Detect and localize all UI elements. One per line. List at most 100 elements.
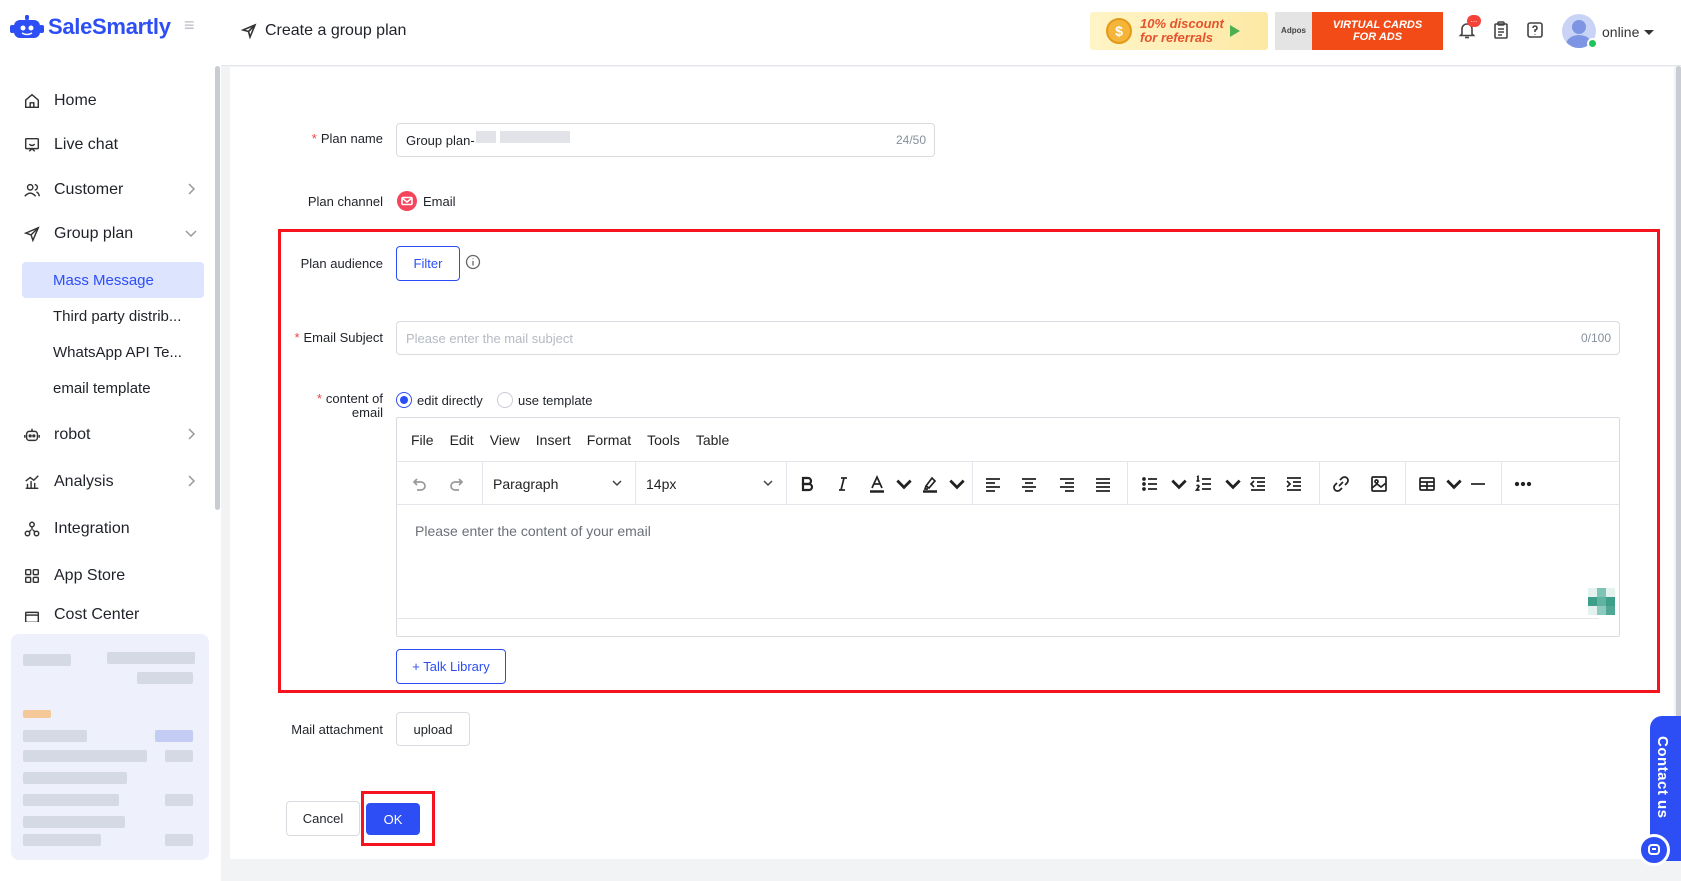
italic-icon[interactable]	[833, 462, 853, 505]
referral-banner[interactable]: $ 10% discount for referrals	[1090, 12, 1268, 50]
chat-bubble-icon[interactable]	[1638, 834, 1670, 866]
clipboard-icon[interactable]	[1491, 20, 1513, 42]
chevron-down-icon[interactable]	[1169, 462, 1189, 505]
editor-content-area[interactable]: Please enter the content of your email	[415, 523, 651, 539]
chart-icon	[22, 472, 42, 492]
radio-use-template-label: use template	[518, 392, 593, 408]
chevron-down-icon[interactable]	[894, 462, 914, 505]
outdent-icon[interactable]	[1248, 462, 1268, 505]
menu-view[interactable]: View	[490, 432, 520, 448]
align-center-icon[interactable]	[1019, 462, 1039, 505]
referral-banner-line2: for referrals	[1140, 30, 1213, 45]
content-of-email-label: * content of email	[316, 391, 383, 420]
chevron-down-icon[interactable]	[1223, 462, 1243, 505]
sidebar-item-label: Analysis	[54, 473, 114, 490]
notification-badge: ...	[1467, 15, 1481, 27]
sidebar-item-robot[interactable]: robot	[22, 418, 204, 452]
sidebar-item-customer[interactable]: Customer	[22, 173, 204, 207]
radio-use-template[interactable]: use template	[497, 392, 592, 408]
image-icon[interactable]	[1369, 462, 1389, 505]
sidebar-item-analysis[interactable]: Analysis	[22, 465, 204, 499]
home-icon	[22, 91, 42, 111]
sidebar-item-label: Customer	[54, 181, 124, 198]
table-icon[interactable]	[1417, 462, 1437, 505]
send-icon	[241, 23, 257, 39]
text-color-icon[interactable]	[867, 462, 887, 505]
link-icon[interactable]	[1331, 462, 1351, 505]
chevron-down-icon	[762, 476, 774, 492]
indent-icon[interactable]	[1284, 462, 1304, 505]
coin-icon: $	[1106, 18, 1132, 44]
bold-icon[interactable]	[797, 462, 817, 505]
menu-tools[interactable]: Tools	[647, 432, 680, 448]
sidebar-subitem-whatsapp-api[interactable]: WhatsApp API Te...	[22, 334, 204, 370]
email-subject-counter: 0/100	[1580, 331, 1611, 345]
sidebar-subitem-third-party[interactable]: Third party distrib...	[22, 298, 204, 334]
contact-us-label: Contact us	[1654, 736, 1671, 819]
sidebar-scrollbar[interactable]	[215, 66, 220, 510]
virtual-cards-line1: VIRTUAL CARDS	[1332, 19, 1423, 31]
menu-toggle-icon[interactable]: ≡	[184, 16, 202, 34]
align-left-icon[interactable]	[983, 462, 1003, 505]
sidebar-item-group-plan[interactable]: Group plan	[22, 217, 204, 251]
block-format-select[interactable]: Paragraph	[483, 462, 633, 505]
sidebar-subitem-mass-message[interactable]: Mass Message	[22, 262, 204, 298]
sidebar-item-label: Home	[54, 92, 97, 109]
menu-insert[interactable]: Insert	[536, 432, 571, 448]
menu-edit[interactable]: Edit	[450, 432, 474, 448]
editor-toolbar: Paragraph 14px	[397, 462, 1619, 505]
redo-icon[interactable]	[447, 462, 467, 505]
sidebar-item-app-store[interactable]: App Store	[22, 559, 204, 593]
menu-file[interactable]: File	[411, 432, 434, 448]
talk-library-button[interactable]: + Talk Library	[396, 649, 506, 684]
numbered-list-icon[interactable]	[1194, 462, 1214, 505]
chevron-right-icon	[184, 474, 198, 488]
align-right-icon[interactable]	[1057, 462, 1077, 505]
horizontal-rule-icon[interactable]	[1468, 462, 1488, 505]
robot-logo-icon	[10, 15, 44, 38]
sidebar-item-cost-center[interactable]: Cost Center	[22, 606, 204, 622]
plan-channel-label: Plan channel	[307, 194, 383, 209]
menu-format[interactable]: Format	[587, 432, 631, 448]
chevron-down-icon[interactable]	[1444, 462, 1464, 505]
plan-name-counter: 24/50	[895, 133, 926, 147]
chevron-down-icon[interactable]	[947, 462, 967, 505]
caret-down-icon	[1644, 29, 1655, 35]
email-subject-placeholder: Please enter the mail subject	[406, 330, 573, 346]
font-size-select[interactable]: 14px	[636, 462, 784, 505]
more-icon[interactable]	[1513, 462, 1533, 505]
email-subject-input[interactable]: Please enter the mail subject 0/100	[396, 321, 1620, 355]
brand-name: SaleSmartly	[48, 14, 171, 39]
ok-button[interactable]: OK	[366, 803, 420, 835]
align-justify-icon[interactable]	[1093, 462, 1113, 505]
translate-widget-icon[interactable]	[1588, 588, 1616, 616]
plan-name-redacted	[500, 131, 570, 143]
cancel-button[interactable]: Cancel	[286, 801, 360, 836]
undo-icon[interactable]	[409, 462, 429, 505]
chevron-down-icon	[611, 476, 623, 492]
info-icon[interactable]	[465, 254, 481, 270]
highlight-color-icon[interactable]	[920, 462, 940, 505]
top-header: Create a group plan $ 10% discount for re…	[221, 0, 1681, 66]
main-scrollbar[interactable]	[1676, 66, 1681, 726]
menu-table[interactable]: Table	[696, 432, 729, 448]
sidebar-item-integration[interactable]: Integration	[22, 512, 204, 546]
upload-button[interactable]: upload	[396, 712, 470, 746]
status-dropdown[interactable]: online	[1602, 24, 1655, 40]
account-summary-card	[11, 634, 209, 860]
sidebar-subitem-email-template[interactable]: email template	[22, 370, 204, 406]
sidebar-item-home[interactable]: Home	[22, 84, 204, 118]
chevron-right-icon	[184, 182, 198, 196]
users-icon	[22, 180, 42, 200]
filter-button[interactable]: Filter	[396, 246, 460, 281]
logo[interactable]: SaleSmartly	[10, 12, 171, 42]
chat-icon	[22, 135, 42, 155]
radio-edit-directly[interactable]: edit directly	[396, 392, 483, 408]
virtual-cards-banner[interactable]: Adpos VIRTUAL CARDS FOR ADS	[1275, 12, 1443, 50]
block-format-value: Paragraph	[493, 475, 559, 492]
sidebar-item-live-chat[interactable]: Live chat	[22, 128, 204, 162]
bullet-list-icon[interactable]	[1140, 462, 1160, 505]
rich-text-editor: File Edit View Insert Format Tools Table…	[396, 417, 1620, 637]
editor-statusbar	[397, 618, 1599, 619]
help-icon[interactable]	[1525, 20, 1547, 42]
